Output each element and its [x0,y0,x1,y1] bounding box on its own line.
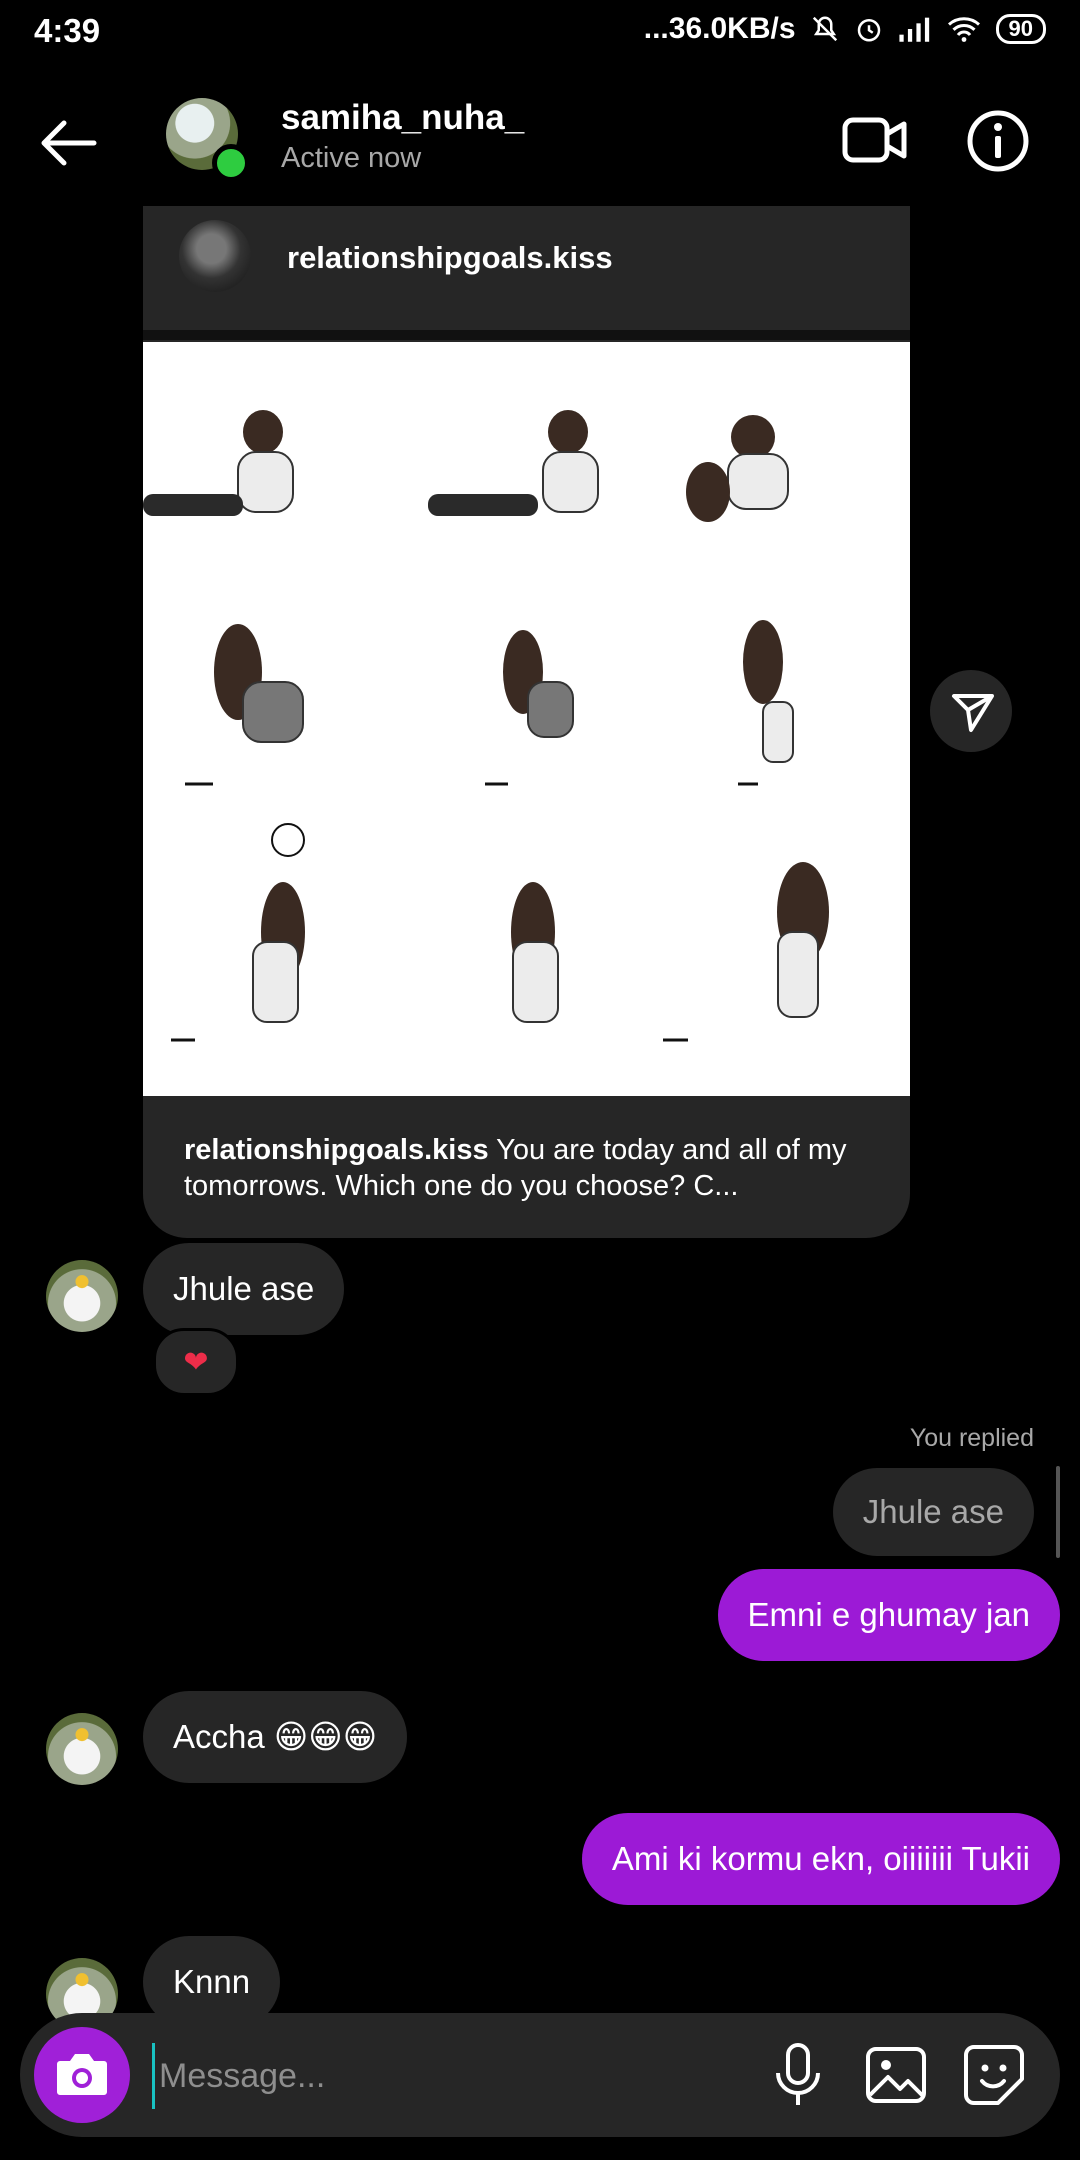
mute-icon [812,16,837,42]
shared-post[interactable]: relationshipgoals.kiss relationshipgoals… [143,206,910,1238]
chat-header: samiha_nuha_ Active now [0,80,1080,200]
back-button[interactable] [34,108,104,178]
wifi-icon [947,17,980,42]
microphone-icon [776,2043,820,2105]
online-indicator [212,144,250,182]
post-image[interactable] [143,342,910,1096]
post-header: relationshipgoals.kiss [143,206,910,330]
post-author: relationshipgoals.kiss [287,240,613,275]
outgoing-message[interactable]: Emni e ghumay jan [717,1569,1060,1661]
sticker-button[interactable] [954,2035,1034,2115]
video-camera-icon [842,117,907,163]
back-arrow-icon [41,120,97,166]
sender-avatar[interactable] [46,1260,118,1332]
sticker-icon [964,2045,1024,2105]
status-time: 4:39 [34,12,101,49]
alarm-icon [857,19,880,42]
sender-avatar[interactable] [46,1713,118,1785]
camera-icon [57,2054,107,2095]
video-call-button[interactable] [842,110,908,170]
network-speed: ...36.0KB/s [643,12,796,45]
signal-icon [898,17,929,42]
post-divider [143,330,910,340]
scroll-indicator [1056,1466,1060,1558]
caption-author: relationshipgoals.kiss [184,1134,489,1166]
voice-message-button[interactable] [758,2035,838,2115]
message-composer [20,2013,1060,2137]
incoming-message[interactable]: Jhule ase [143,1243,345,1335]
post-author-avatar [179,220,251,292]
info-button[interactable] [965,108,1031,174]
contact-name[interactable]: samiha_nuha_ [281,98,524,138]
heart-reaction[interactable]: ❤ [153,1328,239,1396]
gallery-button[interactable] [856,2035,936,2115]
reply-quote[interactable]: Jhule ase [832,1468,1034,1556]
message-input[interactable] [152,2043,641,2109]
post-illustration [143,410,829,1042]
send-icon [952,694,994,732]
outgoing-message[interactable]: Ami ki kormu ekn, oiiiiiii Tukii [581,1813,1060,1905]
you-replied-label: You replied [909,1424,1034,1452]
post-caption: relationshipgoals.kiss You are today and… [184,1132,874,1204]
status-bar: 4:39 ...36.0KB/s 90 [0,0,1080,64]
info-icon [967,110,1029,172]
heart-icon: ❤ [183,1345,209,1379]
image-icon [866,2047,926,2103]
share-button[interactable] [930,670,1012,752]
status-indicators: ...36.0KB/s 90 [644,12,1046,46]
battery-indicator: 90 [995,14,1046,44]
incoming-message[interactable]: Accha 😁😁😁 [143,1691,408,1783]
camera-button[interactable] [34,2027,130,2123]
contact-status: Active now [281,142,422,174]
